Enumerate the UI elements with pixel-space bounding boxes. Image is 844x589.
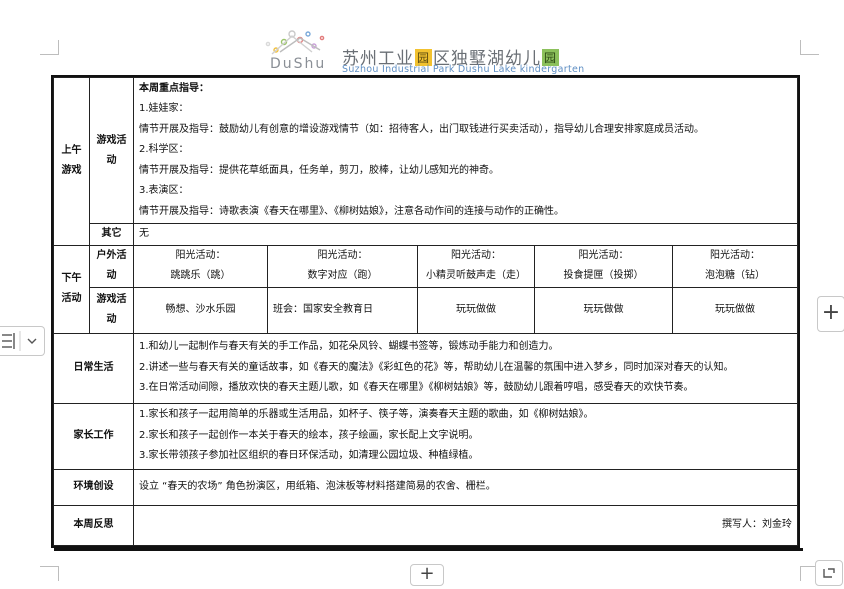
afternoon-game-cell[interactable]: 畅想、沙水乐园	[133, 286, 268, 334]
outdoor-activity-cell[interactable]: 阳光活动： 跳跳乐（跳）	[133, 244, 268, 288]
logo-text: DuShu	[270, 56, 327, 72]
text-line: 3.家长带领孩子参加社区组织的春日环保活动，如清理公园垃圾、种植绿植。	[139, 450, 479, 462]
daily-life-content[interactable]: 1.和幼儿一起制作与春天有关的手工作品，如花朵风铃、蝴蝶书签等，锻炼动手能力和创…	[133, 332, 798, 404]
reflection-content[interactable]: 撰写人：刘金玲	[133, 504, 798, 546]
text-line: 情节开展及指导：鼓励幼儿有创意的增设游戏情节（如：招待客人，出门取钱进行买卖活动…	[139, 123, 704, 135]
outdoor-activity-cell[interactable]: 阳光活动： 数字对应（跑）	[267, 244, 418, 288]
table-shadow	[54, 548, 803, 551]
page-corner-mark	[40, 566, 59, 581]
expand-icon	[823, 568, 835, 578]
text-line: 情节开展及指导：诗歌表演《春天在哪里》、《柳树姑娘》，注意各动作间的连接与动作的…	[139, 205, 564, 217]
outdoor-activity-label: 户外活动	[89, 244, 134, 288]
afternoon-game-cell[interactable]: 玩玩做做	[417, 286, 535, 334]
afternoon-game-cell[interactable]: 班会：国家安全教育日	[267, 286, 418, 334]
outdoor-activity-cell[interactable]: 阳光活动： 小精灵听鼓声走（走）	[417, 244, 535, 288]
resize-handle[interactable]	[815, 560, 843, 586]
morning-section-label: 上午游戏	[53, 77, 90, 246]
text-line: 1.娃娃家：	[139, 103, 189, 115]
text-line: 情节开展及指导：提供花草纸面具，任务单，剪刀，胶棒，让幼儿感知光的神奇。	[139, 164, 499, 176]
environment-content[interactable]: 设立 “春天的农场” 角色扮演区，用纸箱、泡沫板等材料搭建简易的农舍、栅栏。	[133, 468, 798, 506]
list-style-dropdown[interactable]	[0, 326, 45, 356]
text-line: 2.科学区：	[139, 144, 189, 156]
outdoor-activity-cell[interactable]: 阳光活动： 泡泡糖（钻）	[672, 244, 798, 288]
afternoon-game-cell[interactable]: 玩玩做做	[672, 286, 798, 334]
reflection-label: 本周反思	[53, 504, 134, 546]
text-line: 3.在日常活动间隙，播放欢快的春天主题儿歌，如《春天在哪里》《柳树姑娘》等，鼓励…	[139, 382, 694, 394]
school-name-en: Suzhou Industrial Park Dushu Lake kinder…	[342, 64, 585, 75]
morning-game-label: 游戏活动	[89, 77, 134, 224]
add-column-button[interactable]: +	[817, 296, 844, 332]
page-corner-mark	[800, 40, 819, 55]
text-line: 2.讲述一些与春天有关的童话故事，如《春天的魔法》《彩虹色的花》等，帮助幼儿在温…	[139, 361, 734, 373]
add-row-button[interactable]: +	[410, 564, 444, 586]
text-line: 3.表演区：	[139, 185, 189, 197]
list-format-icon	[2, 331, 37, 351]
page-corner-mark	[40, 40, 59, 55]
text-line: 1.家长和孩子一起用简单的乐器或生活用品，如杯子、筷子等，演奏春天主题的歌曲，如…	[139, 409, 594, 421]
author-signature: 撰写人：刘金玲	[722, 519, 792, 530]
outdoor-activity-cell[interactable]: 阳光活动： 投食提匣（投掷）	[534, 244, 673, 288]
other-value[interactable]: 无	[133, 223, 798, 246]
parent-work-content[interactable]: 1.家长和孩子一起用简单的乐器或生活用品，如杯子、筷子等，演奏春天主题的歌曲，如…	[133, 402, 798, 470]
parent-work-label: 家长工作	[53, 402, 134, 470]
page-header: DuShu 苏州工业园区独墅湖幼儿园 Suzhou Industrial Par…	[262, 26, 602, 75]
afternoon-game-cell[interactable]: 玩玩做做	[534, 286, 673, 334]
morning-game-content[interactable]: 本周重点指导： 1.娃娃家： 情节开展及指导：鼓励幼儿有创意的增设游戏情节（如：…	[133, 77, 798, 224]
afternoon-section-label: 下午活动	[53, 244, 90, 334]
weekly-plan-table: 上午游戏 游戏活动 本周重点指导： 1.娃娃家： 情节开展及指导：鼓励幼儿有创意…	[51, 75, 800, 548]
text-line: 2.家长和孩子一起创作一本关于春天的绘本，孩子绘画，家长配上文字说明。	[139, 429, 479, 441]
text-line: 1.和幼儿一起制作与春天有关的手工作品，如花朵风铃、蝴蝶书签等，锻炼动手能力和创…	[139, 341, 559, 353]
guidance-title: 本周重点指导：	[139, 82, 209, 94]
afternoon-game-label: 游戏活动	[89, 286, 134, 334]
environment-label: 环境创设	[53, 468, 134, 506]
other-label: 其它	[89, 223, 134, 246]
daily-life-label: 日常生活	[53, 332, 134, 404]
